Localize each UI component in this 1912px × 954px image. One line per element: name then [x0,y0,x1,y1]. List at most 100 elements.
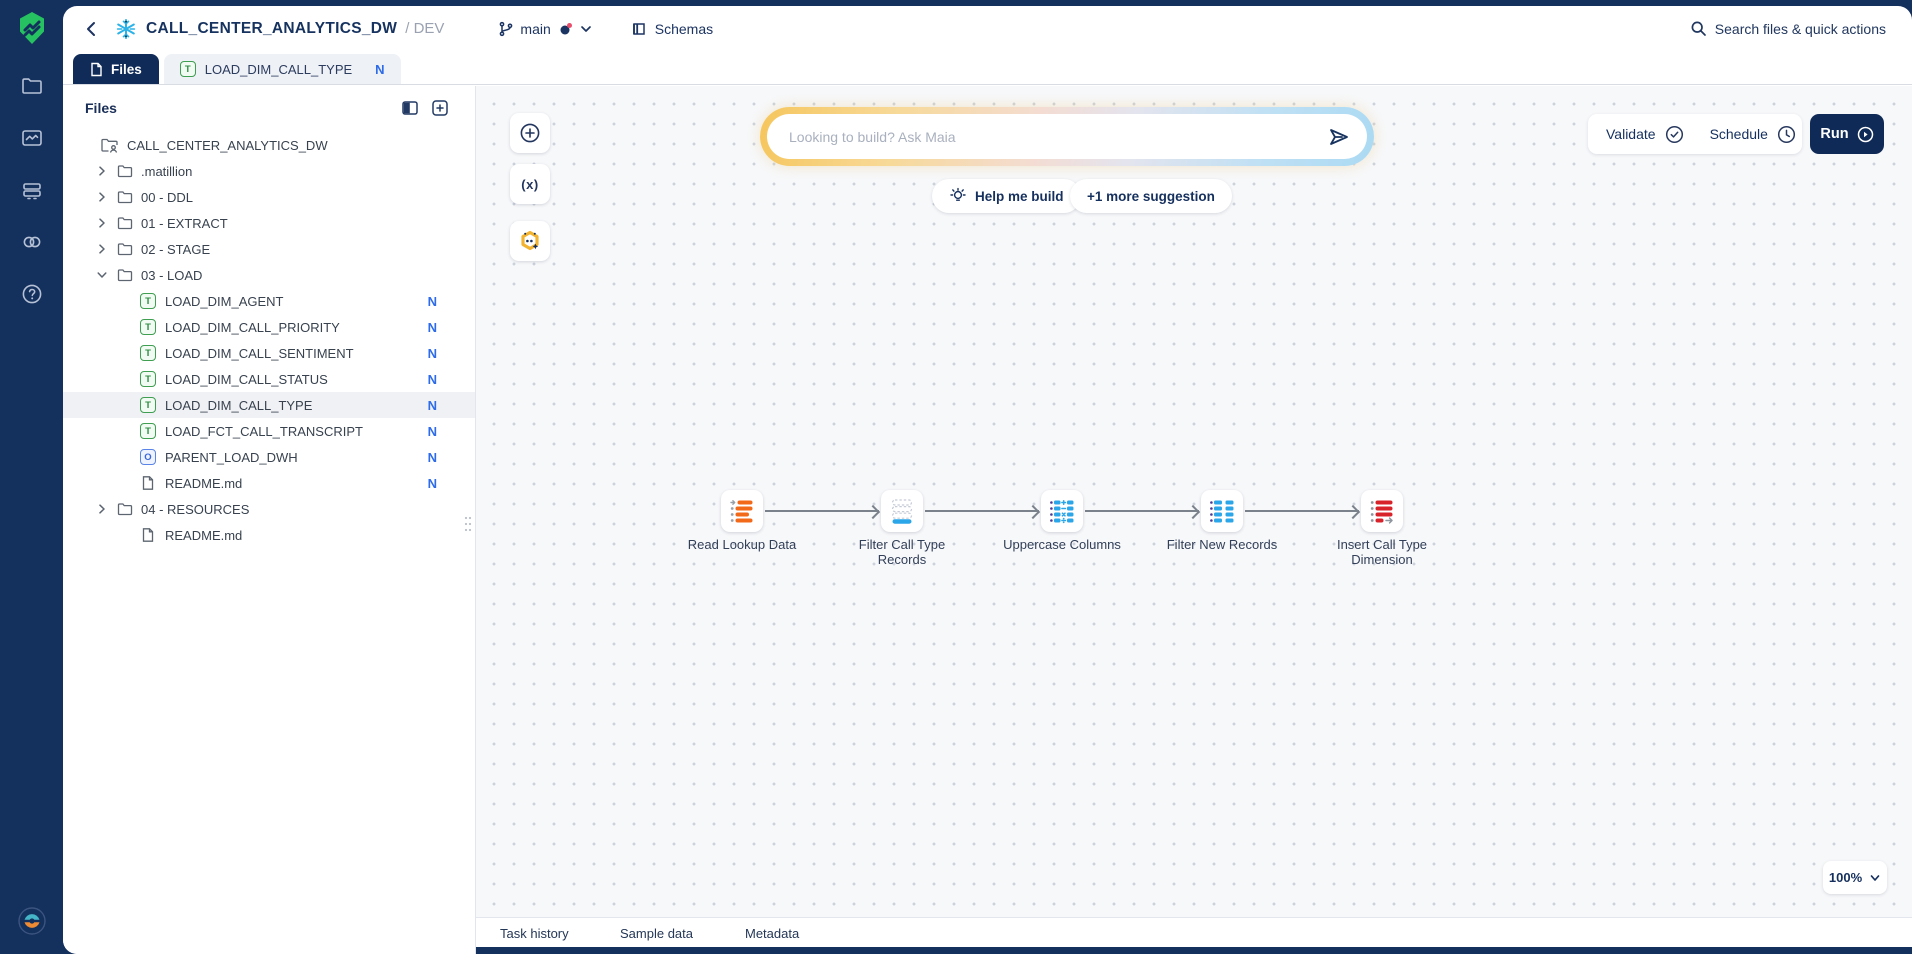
file-tree-row[interactable]: TLOAD_DIM_AGENTN [63,288,475,314]
insert-table-icon [1369,498,1395,524]
pipeline-node-label: Read Lookup Data [674,538,810,553]
matillion-logo[interactable] [14,10,50,46]
help-me-build-button[interactable]: Help me build [932,179,1081,213]
panel-resize-handle[interactable] [464,516,472,532]
chevron-right-icon[interactable] [96,165,108,177]
pipeline-node-label: Insert Call Type Dimension [1314,538,1450,568]
add-component-button[interactable] [510,113,550,153]
transformation-pipeline-icon: T [140,397,156,413]
lightbulb-icon [949,187,967,205]
folder-icon [116,266,134,284]
transformation-pipeline-icon: T [140,423,156,439]
pipeline-node-uppercase-columns[interactable] [1041,490,1083,532]
transformation-pipeline-icon: T [140,293,156,309]
file-tree-row[interactable]: 00 - DDL [63,184,475,210]
account-avatar[interactable] [17,906,47,936]
pipeline-node-label: Filter New Records [1154,538,1290,553]
file-tree-row[interactable]: TLOAD_DIM_CALL_SENTIMENTN [63,340,475,366]
more-suggestions-button[interactable]: +1 more suggestion [1070,179,1232,213]
pipeline-node-label: Filter Call Type Records [834,538,970,568]
chevron-right-icon[interactable] [96,243,108,255]
zoom-control[interactable]: 100% [1823,861,1887,894]
table-pipeline-icon: T [180,61,196,77]
file-tree-row[interactable]: TLOAD_DIM_CALL_PRIORITYN [63,314,475,340]
new-badge: N [428,476,437,491]
pipeline-node-label: Uppercase Columns [994,538,1130,553]
chevron-right-icon[interactable] [96,503,108,515]
file-tree-row[interactable]: 02 - STAGE [63,236,475,262]
file-tree-row[interactable]: .matillion [63,158,475,184]
variables-button[interactable]: (x) [510,164,550,204]
add-file-icon[interactable] [431,99,449,117]
chevron-down-icon[interactable] [96,269,108,281]
chevron-down-icon [1869,872,1881,884]
filter-rows-icon [1209,498,1235,524]
new-badge: N [428,450,437,465]
chevron-right-icon[interactable] [96,217,108,229]
tab-pipeline[interactable]: T LOAD_DIM_CALL_TYPE N [164,54,401,84]
tab-bar: Files T LOAD_DIM_CALL_TYPE N [63,51,1912,85]
files-panel: Files CALL_CENTER_ANALYTICS_DW.matillion… [63,86,476,954]
file-tree-row[interactable]: 04 - RESOURCES [63,496,475,522]
branch-selector[interactable]: main [498,21,592,37]
file-tree-row[interactable]: README.md [63,522,475,548]
projects-icon[interactable] [20,74,44,98]
help-icon[interactable] [20,282,44,306]
schemas-button[interactable]: Schemas [631,21,713,37]
file-tree-row[interactable]: TLOAD_FCT_CALL_TRANSCRIPTN [63,418,475,444]
file-tree-row[interactable]: CALL_CENTER_ANALYTICS_DW [63,132,475,158]
send-icon[interactable] [1327,125,1351,149]
files-panel-header: Files [63,86,475,132]
global-search[interactable]: Search files & quick actions [1690,20,1886,37]
content-window: CALL_CENTER_ANALYTICS_DW / DEV main Sche… [63,6,1912,954]
tab-files[interactable]: Files [73,54,159,84]
pipeline-actions: Validate Schedule [1588,114,1802,154]
integrations-icon[interactable] [20,230,44,254]
file-icon [140,527,156,543]
data-icon[interactable] [20,178,44,202]
new-badge: N [428,320,437,335]
pipeline-canvas[interactable]: Validate Schedule Run [476,86,1912,917]
validate-button[interactable]: Validate [1606,125,1684,144]
file-tree-row[interactable]: TLOAD_DIM_CALL_TYPEN [63,392,475,418]
node-connector-arrow [1245,510,1359,512]
files-panel-title: Files [85,100,117,116]
chevron-right-icon[interactable] [96,191,108,203]
back-button[interactable] [81,18,103,40]
bottom-strip [476,947,1912,954]
search-icon [1690,20,1707,37]
node-connector-arrow [925,510,1039,512]
fixed-flow-icon [729,498,755,524]
pipeline-node-insert-call-type-dimension[interactable] [1361,490,1403,532]
file-tree-row[interactable]: 01 - EXTRACT [63,210,475,236]
pipeline-node-filter-call-type-records[interactable] [881,490,923,532]
file-tree-row[interactable]: 03 - LOAD [63,262,475,288]
new-badge: N [428,372,437,387]
pipeline-node-read-lookup-data[interactable] [721,490,763,532]
file-tree-row[interactable]: TLOAD_DIM_CALL_STATUSN [63,366,475,392]
top-bar: CALL_CENTER_ANALYTICS_DW / DEV main Sche… [63,6,1912,51]
check-circle-icon [1665,125,1684,144]
run-button[interactable]: Run [1810,114,1884,154]
pipeline-workarea: Validate Schedule Run [476,86,1912,954]
calculator-icon [1049,498,1075,524]
bottom-tab-sample-data[interactable]: Sample data [620,918,693,948]
file-tree-row[interactable]: README.mdN [63,470,475,496]
bottom-tab-task-history[interactable]: Task history [500,918,569,948]
file-tree-row[interactable]: OPARENT_LOAD_DWHN [63,444,475,470]
pipeline-node-filter-new-records[interactable] [1201,490,1243,532]
play-circle-icon [1857,126,1874,143]
tab-pipeline-label: LOAD_DIM_CALL_TYPE [205,62,352,77]
collapse-panel-icon[interactable] [401,99,419,117]
git-branch-icon [498,21,514,37]
file-tree: CALL_CENTER_ANALYTICS_DW.matillion00 - D… [63,132,475,548]
folder-icon [116,162,134,180]
bottom-tab-bar: Task history Sample data Metadata [476,917,1912,947]
observability-icon[interactable] [20,126,44,150]
schedule-button[interactable]: Schedule [1710,125,1796,144]
maia-button[interactable] [510,221,550,261]
project-title: CALL_CENTER_ANALYTICS_DW [146,20,397,38]
clock-icon [1777,125,1796,144]
maia-input[interactable] [789,129,1327,145]
bottom-tab-metadata[interactable]: Metadata [745,918,799,948]
